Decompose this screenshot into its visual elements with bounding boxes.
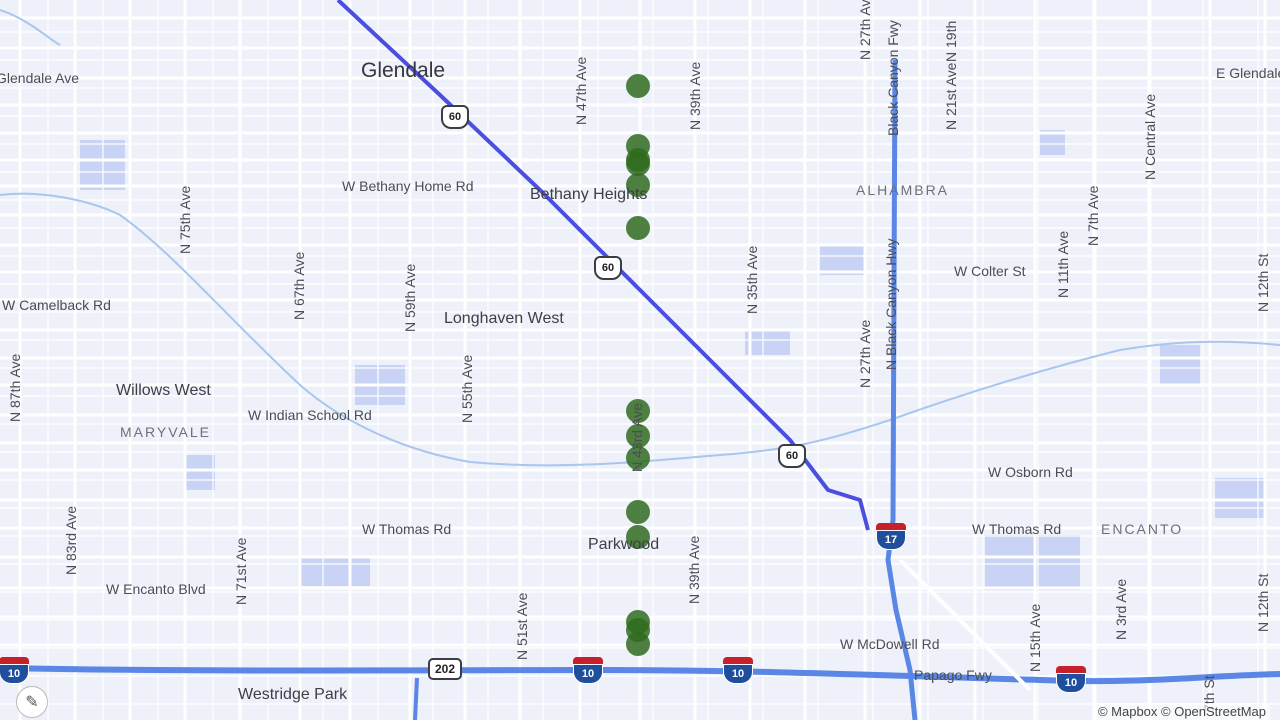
location-marker xyxy=(626,152,650,176)
street-label-n-12th-st-south: N 12th St xyxy=(1255,573,1271,632)
place-label-willows-west: Willows West xyxy=(116,382,211,399)
place-label-bethany-heights: Bethany Heights xyxy=(530,186,648,203)
street-label-e-glendale: E Glendale xyxy=(1216,65,1280,81)
street-label-n-43rd-ave: N 43rd Ave xyxy=(629,402,645,472)
street-label-w-osborn-rd: W Osborn Rd xyxy=(988,464,1073,480)
street-label-w-bethany-home-rd: W Bethany Home Rd xyxy=(342,178,474,194)
street-label-n-39th-ave-south: N 39th Ave xyxy=(686,535,702,604)
street-label-n-27th-ave-south: N 27th Ave xyxy=(857,319,873,388)
street-label-papago-fwy: Papago Fwy xyxy=(914,667,992,683)
street-label-n-15th-ave: N 15th Ave xyxy=(1027,603,1043,672)
city-label-glendale: Glendale xyxy=(361,59,446,82)
street-label-n-67th-ave: N 67th Ave xyxy=(291,251,307,320)
street-label-n-87th-ave: N 87th Ave xyxy=(7,353,23,422)
street-label-n-51st-ave: N 51st Ave xyxy=(514,592,530,660)
street-label-n-black-canyon-hwy: N Black Canyon Hwy xyxy=(883,238,899,371)
district-label-encanto: ENCANTO xyxy=(1101,521,1184,537)
location-marker xyxy=(626,500,650,524)
freeway-ramp xyxy=(413,677,419,720)
street-label-n-21st-ave: N 21st Ave xyxy=(943,62,959,130)
us-60-shield: 60 xyxy=(441,105,469,129)
street-label-n-7th-ave: N 7th Ave xyxy=(1085,185,1101,246)
street-label-n-71st-ave: N 71st Ave xyxy=(233,537,249,605)
feedback-button[interactable]: ✎ xyxy=(16,686,48,718)
street-label-n-27th-ave-north: N 27th Ave xyxy=(857,0,873,60)
interstate-10-shield: 10 xyxy=(1056,665,1086,693)
park-area xyxy=(300,558,370,586)
street-label-w-encanto-blvd: W Encanto Blvd xyxy=(106,581,206,597)
street-label-w-mcdowell-rd: W McDowell Rd xyxy=(840,636,940,652)
district-label-maryvale: MARYVALE xyxy=(120,424,211,440)
street-label-black-canyon-fwy: Black Canyon Fwy xyxy=(885,20,901,136)
street-label-n-11th-ave: N 11th Ave xyxy=(1055,230,1071,298)
district-label-alhambra: ALHAMBRA xyxy=(856,182,950,198)
interstate-10-shield: 10 xyxy=(0,656,29,684)
park-area xyxy=(1160,345,1200,385)
street-label-w-camelback-rd: W Camelback Rd xyxy=(2,297,111,313)
street-label-n-39th-ave-north: N 39th Ave xyxy=(687,61,703,130)
street-label-n-19th: N 19th xyxy=(943,20,959,62)
state-route-202-shield: 202 xyxy=(428,658,462,680)
interstate-10-shield: 10 xyxy=(573,656,603,684)
street-label-n-12th-st-north: N 12th St xyxy=(1255,253,1271,312)
map-canvas[interactable]: Glendale Bethany Heights Longhaven West … xyxy=(0,0,1280,720)
street-label-w-thomas-rd-east: W Thomas Rd xyxy=(972,521,1062,537)
us-60-shield: 60 xyxy=(594,256,622,280)
map-attribution[interactable]: © Mapbox © OpenStreetMap xyxy=(1093,703,1270,720)
us-60-shield: 60 xyxy=(778,444,806,468)
location-marker xyxy=(626,74,650,98)
park-area xyxy=(185,455,215,490)
street-label-n-83rd-ave: N 83rd Ave xyxy=(63,505,79,575)
place-label-westridge-park: Westridge Park xyxy=(238,686,348,703)
street-label-n-3rd-ave: N 3rd Ave xyxy=(1113,578,1129,640)
park-area xyxy=(745,330,790,355)
street-label-n-55th-ave: N 55th Ave xyxy=(459,354,475,423)
interstate-17-shield: 17 xyxy=(876,522,906,550)
map-graphics xyxy=(0,0,1280,720)
place-label-longhaven-west: Longhaven West xyxy=(444,310,564,327)
street-label-n-47th-ave: N 47th Ave xyxy=(573,56,589,125)
street-label-n-75th-ave: N 75th Ave xyxy=(177,185,193,254)
street-label-w-thomas-rd-west: W Thomas Rd xyxy=(362,521,452,537)
park-area xyxy=(985,535,1080,590)
interstate-10-shield: 10 xyxy=(723,656,753,684)
street-label-n-35th-ave: N 35th Ave xyxy=(744,245,760,314)
street-label-n-central-ave: N Central Ave xyxy=(1142,93,1158,180)
location-marker xyxy=(626,216,650,240)
place-label-parkwood: Parkwood xyxy=(588,536,660,553)
street-label-glendale-ave: Glendale Ave xyxy=(0,70,80,86)
location-marker xyxy=(626,632,650,656)
street-label-w-colter-st: W Colter St xyxy=(954,263,1026,279)
street-label-w-indian-school-rd: W Indian School Rd xyxy=(248,407,372,423)
street-label-n-59th-ave: N 59th Ave xyxy=(402,263,418,332)
